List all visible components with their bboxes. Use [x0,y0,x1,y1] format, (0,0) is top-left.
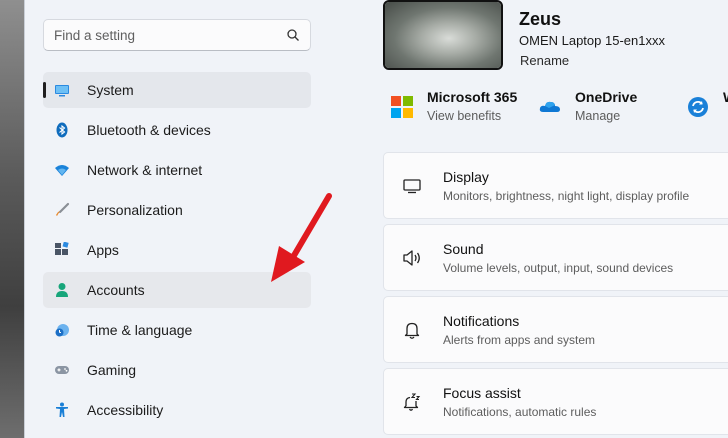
sidebar-item-label: System [87,82,134,98]
sidebar-item-network[interactable]: Network & internet [43,152,311,188]
setting-title: Notifications [443,312,520,329]
setting-title: Display [443,168,489,185]
person-icon [54,282,70,298]
wallpaper-preview [385,2,501,68]
bell-zz-icon [402,392,422,412]
device-name: Zeus [519,9,562,29]
annotation-arrow [271,193,332,282]
system-icon [54,82,70,98]
wifi-icon [54,162,70,178]
notifications-setting-card[interactable]: Notifications Alerts from apps and syste… [383,296,728,363]
search-box[interactable] [43,19,311,51]
app-sub: View benefits [427,109,502,123]
focus-assist-setting-card[interactable]: Focus assist Notifications, automatic ru… [383,368,728,435]
sidebar-item-label: Accounts [87,282,145,298]
bell-icon [402,320,422,340]
selection-indicator [43,82,46,98]
sidebar-item-label: Time & language [87,322,193,338]
windows-update-card[interactable]: W [687,88,728,118]
sidebar-item-label: Bluetooth & devices [87,122,211,138]
display-icon [402,176,422,196]
app-name: W [723,89,728,105]
sidebar-item-system[interactable]: System [43,72,311,108]
app-sub: Manage [575,109,621,123]
sidebar-item-label: Apps [87,242,119,258]
sidebar-item-label: Network & internet [87,162,203,178]
setting-sub: Monitors, brightness, night light, displ… [443,188,690,203]
sidebar-item-label: Gaming [87,362,137,378]
brush-icon [54,202,70,218]
search-input[interactable] [54,27,286,43]
speaker-icon [402,248,422,268]
device-model: OMEN Laptop 15-en1xxx [519,33,665,48]
app-name: Microsoft 365 [427,89,518,105]
sidebar-item-time-language[interactable]: Time & language [43,312,311,348]
setting-sub: Alerts from apps and system [443,332,596,347]
display-setting-card[interactable]: Display Monitors, brightness, night ligh… [383,152,728,219]
sidebar-item-label: Accessibility [87,402,164,418]
settings-window: System Bluetooth & devices Network & int… [24,0,728,438]
rename-link[interactable]: Rename [520,53,569,68]
accessibility-icon [54,402,70,418]
apps-icon [54,242,70,258]
setting-title: Focus assist [443,384,521,401]
sidebar-item-gaming[interactable]: Gaming [43,352,311,388]
sidebar-item-bluetooth[interactable]: Bluetooth & devices [43,112,311,148]
sidebar-item-label: Personalization [87,202,183,218]
microsoft-365-card[interactable]: Microsoft 365 View benefits [391,88,517,123]
sound-setting-card[interactable]: Sound Volume levels, output, input, soun… [383,224,728,291]
gamepad-icon [54,362,70,378]
setting-sub: Volume levels, output, input, sound devi… [443,260,674,275]
setting-title: Sound [443,240,484,257]
clock-globe-icon [54,322,70,338]
onedrive-card[interactable]: OneDrive Manage [539,88,637,123]
onedrive-cloud-icon [539,96,561,118]
desktop-wallpaper [0,0,24,438]
app-name: OneDrive [575,89,638,105]
sidebar-item-accessibility[interactable]: Accessibility [43,392,311,428]
setting-sub: Notifications, automatic rules [443,404,597,419]
device-wallpaper-thumbnail [383,0,503,70]
microsoft-logo-icon [391,96,413,118]
windows-update-icon [687,96,709,118]
bluetooth-icon [54,122,70,138]
search-icon[interactable] [286,28,300,42]
